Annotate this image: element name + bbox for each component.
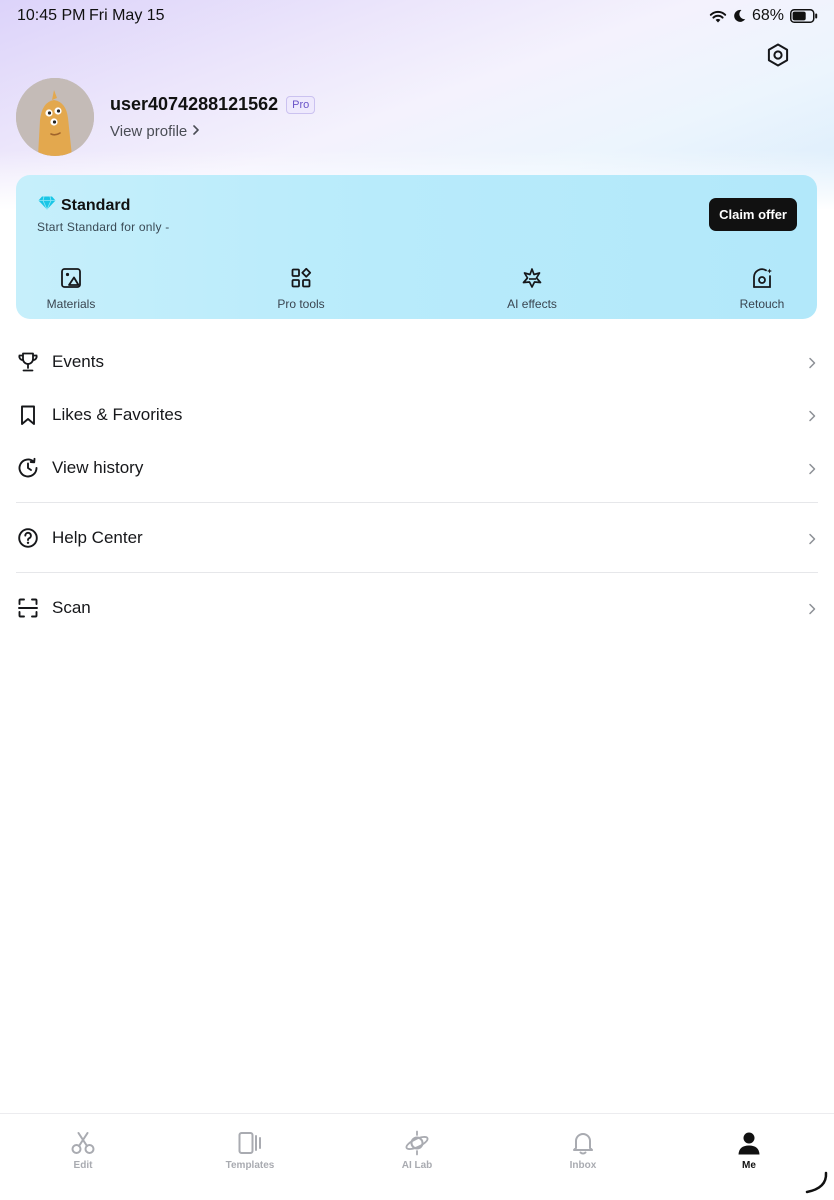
tab-label: Inbox xyxy=(569,1160,597,1171)
standard-title-row: Standard xyxy=(38,196,130,215)
tab-ai-lab[interactable]: AI Lab xyxy=(377,1126,457,1171)
claim-offer-button[interactable]: Claim offer xyxy=(709,198,797,231)
chevron-right-icon xyxy=(191,123,201,140)
feature-materials[interactable]: Materials xyxy=(45,259,97,311)
avatar[interactable] xyxy=(16,78,94,156)
menu-item-label: Scan xyxy=(52,598,91,617)
diamond-icon xyxy=(38,196,56,215)
standard-subscription-card[interactable]: Standard Start Standard for only - Claim… xyxy=(16,175,817,319)
avatar-character-image xyxy=(16,78,94,156)
status-date: Fri May 15 xyxy=(89,7,165,24)
username: user4074288121562 xyxy=(110,94,279,114)
chevron-right-icon xyxy=(806,462,818,475)
feature-label: Materials xyxy=(46,297,96,311)
bookmark-icon xyxy=(16,403,40,427)
menu-item-label: View history xyxy=(52,458,144,477)
tab-edit[interactable]: Edit xyxy=(43,1126,123,1171)
battery-percent: 68% xyxy=(751,7,784,24)
tab-label: Me xyxy=(742,1160,756,1171)
history-clock-icon xyxy=(16,456,40,480)
battery-icon xyxy=(790,9,818,23)
pro-tools-grid-icon xyxy=(290,267,312,289)
menu-item-label: Likes & Favorites xyxy=(52,405,183,424)
tab-inbox[interactable]: Inbox xyxy=(543,1126,623,1171)
chevron-right-icon xyxy=(806,602,818,615)
menu-item-events[interactable]: Events xyxy=(16,336,818,388)
scan-icon xyxy=(16,596,40,620)
view-profile-link[interactable]: View profile xyxy=(110,123,201,140)
divider xyxy=(16,572,818,573)
person-icon xyxy=(736,1130,762,1156)
wifi-icon xyxy=(709,9,727,23)
divider xyxy=(16,502,818,503)
feature-pro-tools[interactable]: Pro tools xyxy=(273,259,329,311)
trophy-icon xyxy=(16,350,40,374)
settings-button[interactable] xyxy=(764,41,792,69)
menu-item-likes-favorites[interactable]: Likes & Favorites xyxy=(16,389,818,441)
feature-retouch[interactable]: Retouch xyxy=(735,259,789,311)
tab-me[interactable]: Me xyxy=(709,1126,789,1171)
tab-label: Edit xyxy=(73,1160,93,1171)
moon-icon xyxy=(733,9,746,23)
feature-ai-effects[interactable]: AI effects xyxy=(501,259,563,311)
feature-label: Retouch xyxy=(739,297,785,311)
ai-effects-sparkle-icon xyxy=(521,267,543,289)
menu-item-view-history[interactable]: View history xyxy=(16,442,818,494)
ai-lab-planet-icon xyxy=(404,1130,430,1156)
bell-icon xyxy=(570,1130,596,1156)
tab-label: AI Lab xyxy=(401,1160,433,1171)
materials-image-icon xyxy=(60,267,82,289)
menu-item-scan[interactable]: Scan xyxy=(16,582,818,634)
templates-icon xyxy=(237,1130,263,1156)
menu-item-label: Help Center xyxy=(52,528,143,547)
status-time: 10:45 PM xyxy=(17,7,86,24)
standard-subtitle: Start Standard for only - xyxy=(37,220,170,234)
retouch-face-icon xyxy=(751,267,773,289)
settings-gear-icon xyxy=(764,43,792,73)
chevron-right-icon xyxy=(806,409,818,422)
standard-title: Standard xyxy=(61,196,131,214)
bottom-tab-bar: Edit Templates AI Lab Inbox Me xyxy=(0,1113,834,1200)
loading-spinner xyxy=(804,1170,830,1196)
pro-badge: Pro xyxy=(286,95,316,114)
tab-templates[interactable]: Templates xyxy=(210,1126,290,1171)
help-circle-icon xyxy=(16,526,40,550)
chevron-right-icon xyxy=(806,356,818,369)
feature-label: AI effects xyxy=(507,297,557,311)
menu-item-help-center[interactable]: Help Center xyxy=(16,512,818,564)
menu-item-label: Events xyxy=(52,352,104,371)
chevron-right-icon xyxy=(806,532,818,545)
status-bar: 10:45 PM Fri May 15 68% xyxy=(0,0,834,32)
tab-label: Templates xyxy=(225,1160,275,1171)
profile-name-row: user4074288121562 Pro xyxy=(110,94,316,115)
scissors-icon xyxy=(70,1130,96,1156)
status-indicators: 68% xyxy=(709,7,818,25)
view-profile-label: View profile xyxy=(110,123,188,140)
feature-label: Pro tools xyxy=(277,297,325,311)
